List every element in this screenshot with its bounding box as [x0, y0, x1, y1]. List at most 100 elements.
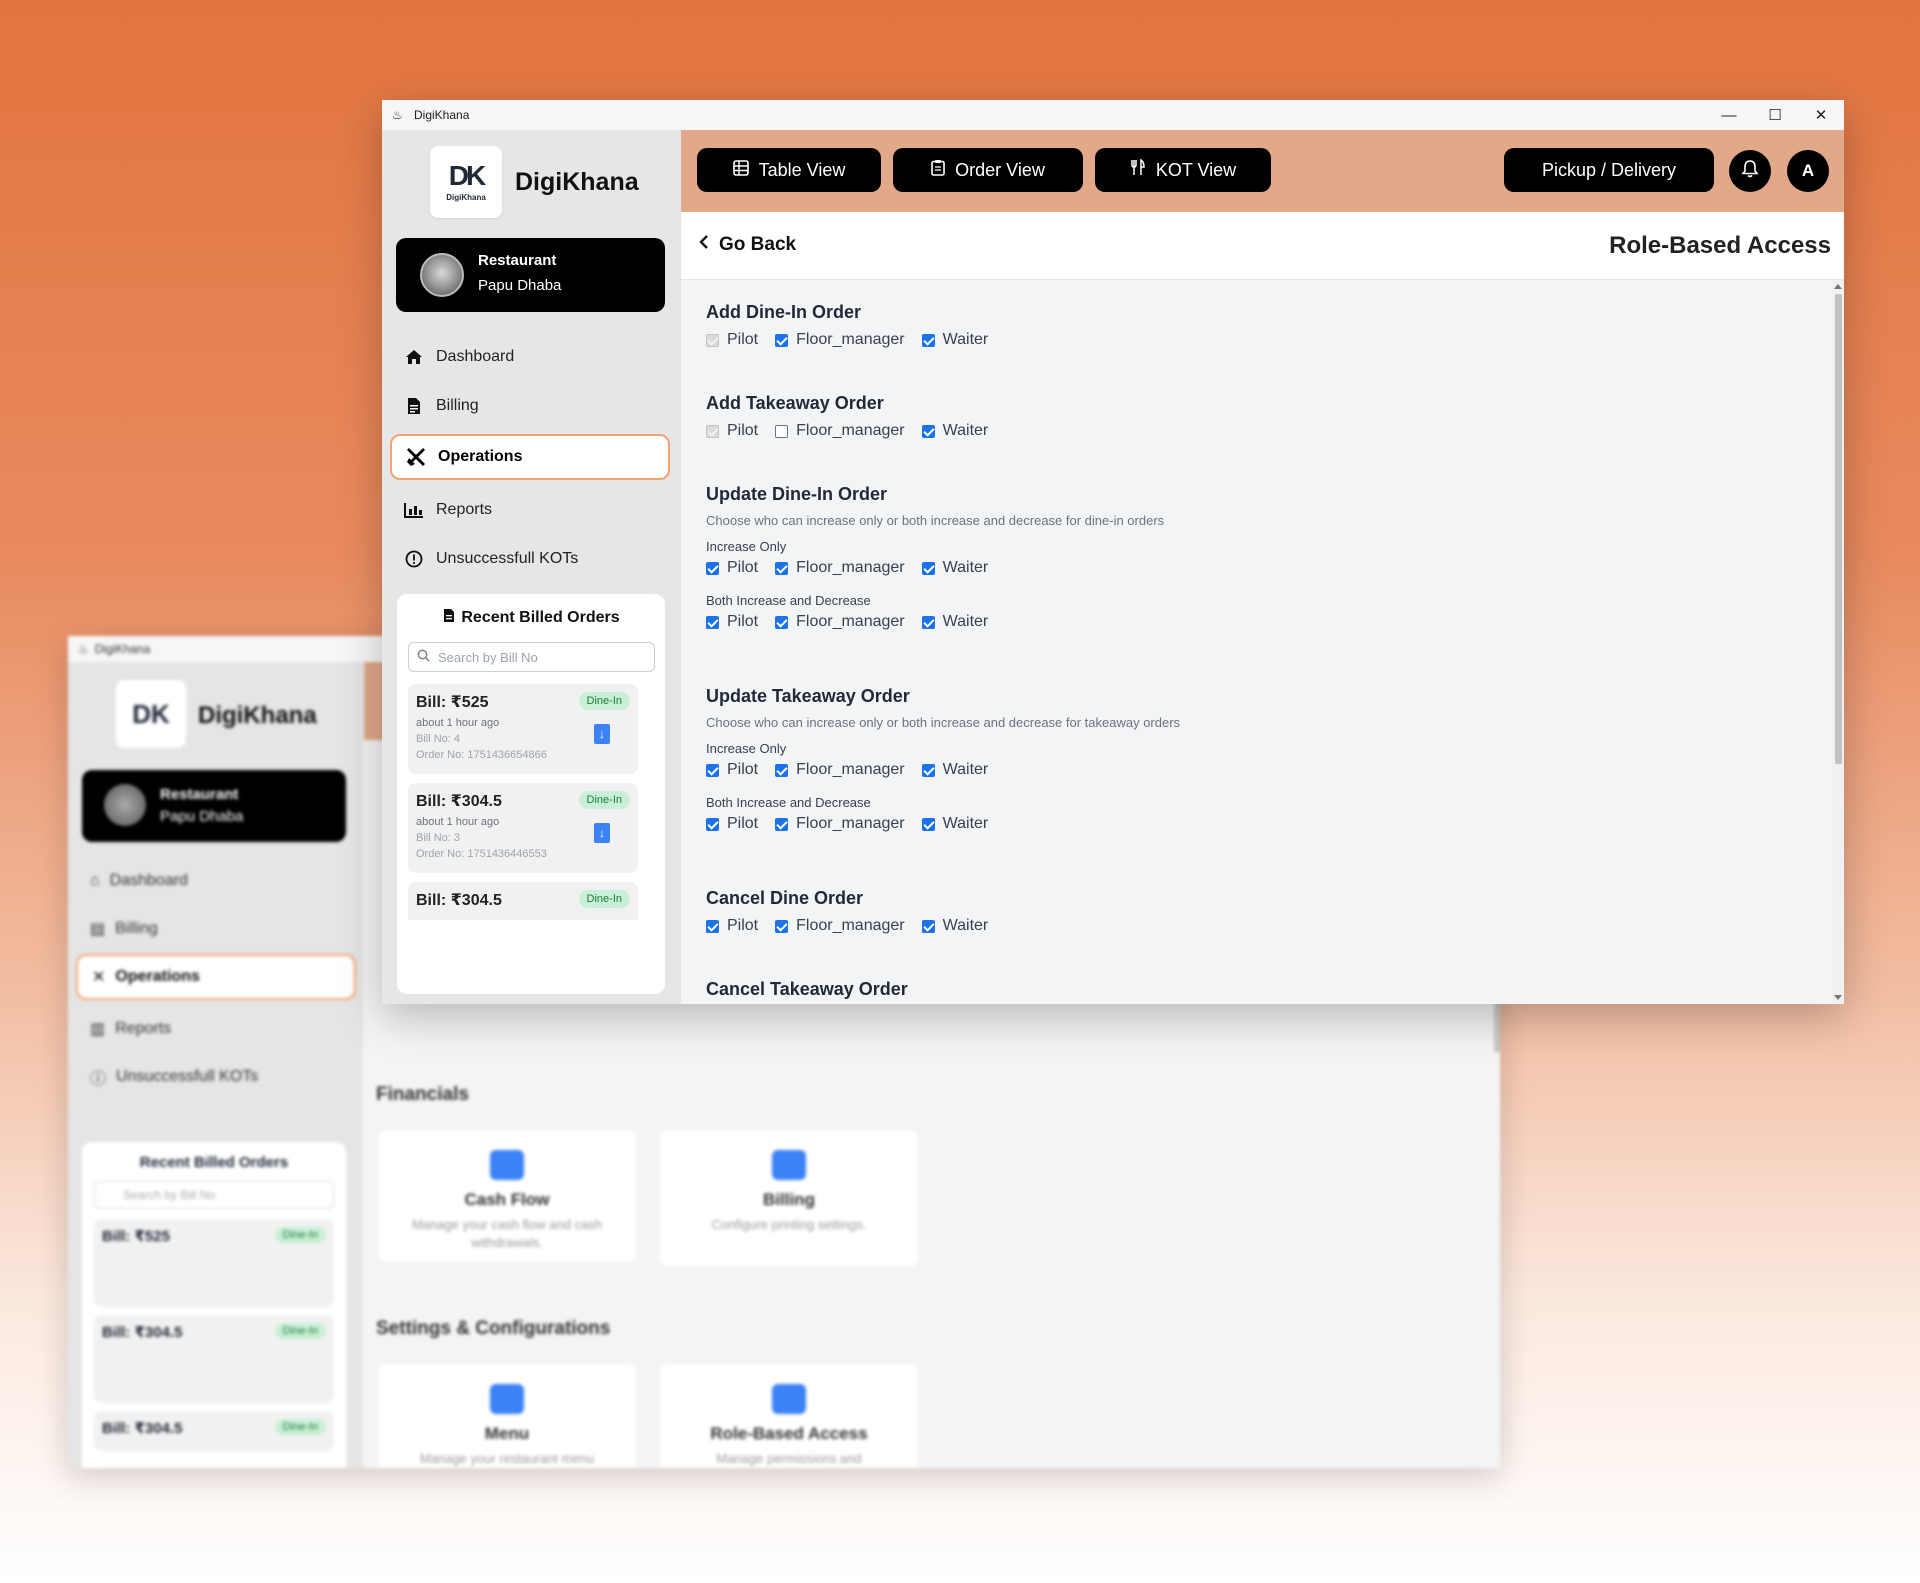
background-avatar — [104, 784, 146, 826]
role-option-waiter[interactable]: Waiter — [921, 815, 988, 833]
checkbox-disabled — [706, 424, 719, 438]
role-option-floor-manager[interactable]: Floor_manager — [775, 815, 905, 833]
content-scrollbar[interactable] — [1832, 280, 1844, 1004]
book-icon — [490, 1384, 524, 1414]
role-option-pilot[interactable]: Pilot — [706, 559, 758, 577]
checkbox-checked[interactable] — [706, 561, 719, 575]
sidebar-item-unsuccessful-kots[interactable]: Unsuccessfull KOTs — [390, 536, 670, 582]
background-restaurant-card: Restaurant Papu Dhaba — [82, 770, 346, 842]
checkbox-checked[interactable] — [921, 763, 935, 777]
list-item[interactable]: Bill: ₹304.5 Dine-In — [408, 882, 638, 920]
table-view-button[interactable]: Table View — [697, 148, 881, 192]
sidebar-item-reports[interactable]: Reports — [390, 487, 670, 533]
table-view-label: Table View — [758, 159, 846, 180]
checkbox-checked[interactable] — [706, 919, 719, 933]
scroll-down-arrow[interactable] — [1834, 995, 1842, 1000]
background-card-title: Cash Flow — [464, 1190, 550, 1209]
restaurant-avatar — [420, 253, 464, 297]
download-icon[interactable]: ↓ — [594, 823, 610, 843]
checkbox-checked[interactable] — [775, 817, 789, 831]
background-window-title: DigiKhana — [94, 642, 151, 656]
restaurant-card[interactable]: Restaurant Papu Dhaba — [396, 238, 665, 312]
list-item[interactable]: Bill: ₹304.5 about 1 hour ago Bill No: 3… — [408, 783, 638, 873]
role-option-waiter[interactable]: Waiter — [921, 613, 989, 631]
permission-title: Update Dine-In Order — [706, 484, 888, 504]
role-option-pilot[interactable]: Pilot — [706, 613, 758, 631]
checkbox-checked[interactable] — [775, 561, 789, 575]
checkbox-checked[interactable] — [921, 333, 935, 347]
kot-view-button[interactable]: KOT View — [1095, 148, 1271, 192]
checkbox-checked[interactable] — [921, 424, 935, 438]
scroll-up-arrow[interactable] — [1834, 284, 1842, 289]
dine-in-badge: Dine-In — [578, 890, 630, 908]
checkbox-checked[interactable] — [921, 561, 935, 575]
list-item[interactable]: Bill: ₹525 about 1 hour ago Bill No: 4 O… — [408, 684, 638, 774]
alert-circle-icon: ⓘ — [90, 1071, 107, 1088]
page-header: Go Back Role-Based Access — [681, 212, 1844, 280]
sidebar-item-operations[interactable]: Operations — [390, 434, 670, 480]
checkbox-checked[interactable] — [706, 615, 719, 629]
role-option-waiter[interactable]: Waiter — [921, 559, 988, 577]
download-icon[interactable]: ↓ — [594, 724, 610, 744]
sidebar: DK DigiKhana DigiKhana Restaurant Papu D… — [382, 130, 681, 1004]
table-icon — [732, 159, 749, 181]
utensils-icon — [1130, 158, 1146, 181]
checkbox-checked[interactable] — [775, 919, 789, 933]
role-option-pilot[interactable]: Pilot — [706, 331, 758, 349]
role-option-waiter[interactable]: Waiter — [921, 422, 988, 440]
bill-search-input[interactable]: Search by Bill No — [408, 642, 655, 672]
role-label: Pilot — [727, 761, 759, 778]
checkbox-checked[interactable] — [706, 817, 719, 831]
role-option-waiter[interactable]: Waiter — [921, 331, 988, 349]
checkbox-checked[interactable] — [775, 763, 789, 777]
background-search: Search by Bill No — [94, 1181, 334, 1209]
background-nav-unsuccessful-kots: ⓘ Unsuccessfull KOTs — [76, 1054, 356, 1100]
printer-icon — [772, 1150, 806, 1180]
role-option-waiter[interactable]: Waiter — [921, 917, 988, 935]
checkbox-checked[interactable] — [775, 333, 789, 347]
pickup-delivery-button[interactable]: Pickup / Delivery — [1504, 148, 1714, 192]
checkbox-checked[interactable] — [775, 615, 789, 629]
checkbox-checked[interactable] — [921, 615, 935, 629]
background-bill: Bill: ₹304.5 Dine-In — [94, 1411, 334, 1451]
role-options: Pilot Floor_manager Waiter — [706, 422, 1005, 440]
role-option-floor-manager[interactable]: Floor_manager — [775, 331, 905, 349]
permission-description: Choose who can increase only or both inc… — [706, 715, 1181, 730]
background-card-menu: Menu Manage your restaurant menu — [378, 1364, 636, 1468]
role-label: Waiter — [942, 613, 989, 630]
role-option-pilot[interactable]: Pilot — [706, 917, 758, 935]
window-title: DigiKhana — [414, 108, 470, 122]
role-option-floor-manager[interactable]: Floor_manager — [775, 761, 905, 779]
scroll-thumb[interactable] — [1835, 294, 1842, 764]
role-option-floor-manager[interactable]: Floor_manager — [775, 917, 905, 935]
permission-cancel-dine: Cancel Dine Order Pilot Floor_manager Wa… — [706, 888, 1005, 935]
role-option-floor-manager[interactable]: Floor_manager — [775, 422, 905, 440]
role-option-pilot[interactable]: Pilot — [706, 761, 758, 779]
pickup-delivery-label: Pickup / Delivery — [1541, 159, 1677, 180]
sidebar-item-label: Reports — [436, 501, 493, 518]
order-view-button[interactable]: Order View — [893, 148, 1083, 192]
user-avatar-button[interactable]: A — [1787, 150, 1829, 192]
role-option-floor-manager[interactable]: Floor_manager — [775, 613, 905, 631]
sidebar-item-billing[interactable]: Billing — [390, 383, 670, 429]
maximize-button[interactable]: ☐ — [1752, 100, 1798, 130]
notifications-button[interactable] — [1729, 150, 1771, 192]
role-option-waiter[interactable]: Waiter — [921, 761, 988, 779]
checkbox-unchecked[interactable] — [775, 424, 789, 438]
permission-update-dine-in: Update Dine-In Order Choose who can incr… — [706, 484, 1164, 631]
kot-view-label: KOT View — [1155, 159, 1237, 180]
checkbox-checked[interactable] — [921, 919, 935, 933]
sidebar-item-dashboard[interactable]: Dashboard — [390, 334, 670, 380]
close-button[interactable]: ✕ — [1798, 100, 1844, 130]
checkbox-checked[interactable] — [921, 817, 935, 831]
minimize-button[interactable]: — — [1706, 100, 1752, 130]
sidebar-item-label: Dashboard — [436, 348, 515, 365]
go-back-button[interactable]: Go Back — [699, 234, 796, 256]
role-option-floor-manager[interactable]: Floor_manager — [775, 559, 905, 577]
checkbox-checked[interactable] — [706, 763, 719, 777]
role-option-pilot[interactable]: Pilot — [706, 815, 758, 833]
checkbox-disabled — [706, 333, 719, 347]
background-card-desc: Configure printing settings. — [711, 1217, 867, 1232]
page-title: Role-Based Access — [1609, 232, 1831, 259]
role-option-pilot[interactable]: Pilot — [706, 422, 758, 440]
